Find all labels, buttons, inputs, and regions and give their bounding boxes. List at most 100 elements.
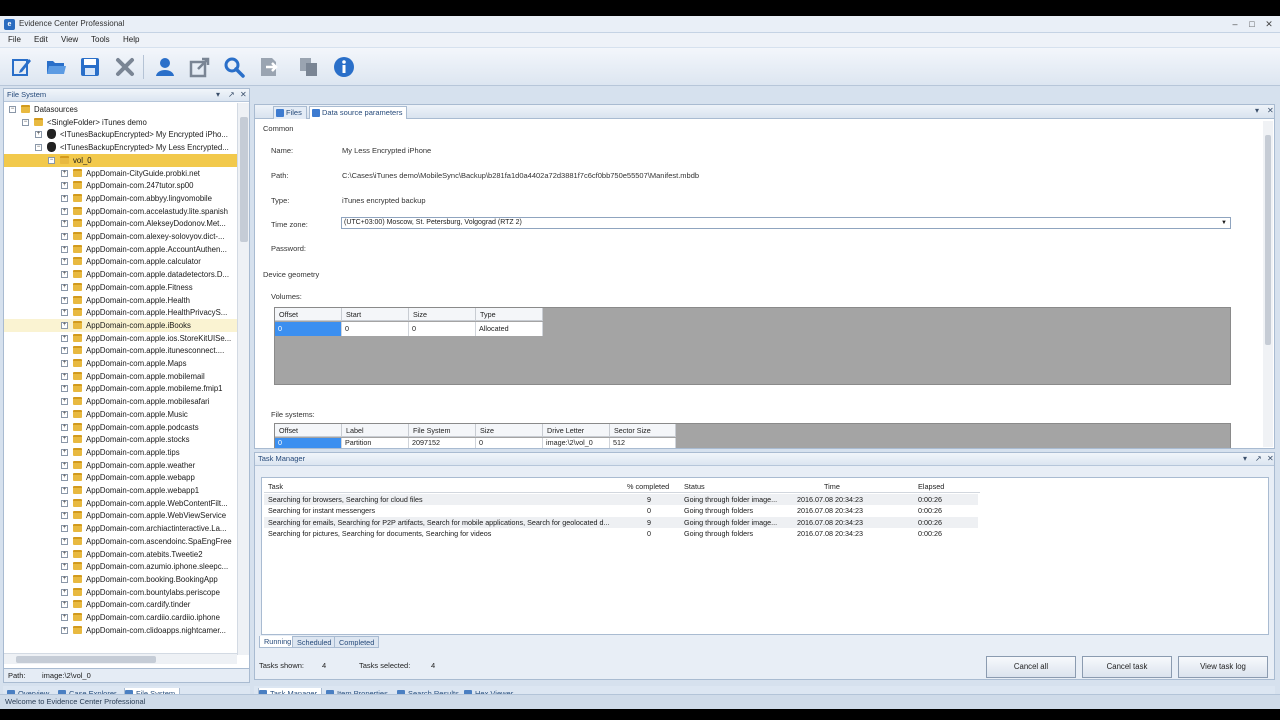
tm-col-task[interactable]: Task <box>268 482 283 491</box>
tree-node[interactable]: + <ITunesBackupEncrypted> My Encrypted iP… <box>4 128 237 141</box>
expand-icon[interactable]: + <box>61 385 68 393</box>
file-systems-grid[interactable]: Offset Label File System Size Drive Lett… <box>274 423 1231 448</box>
expand-icon[interactable]: + <box>61 461 68 469</box>
tree-node[interactable]: + AppDomain-com.apple.HealthPrivacyS... <box>4 306 237 319</box>
tree-node[interactable]: + AppDomain-com.apple.WebViewService <box>4 509 237 522</box>
expand-icon[interactable]: + <box>61 614 68 621</box>
panel-close-icon[interactable]: ✕ <box>240 89 247 101</box>
expand-icon[interactable]: + <box>61 525 68 533</box>
collapse-icon[interactable]: − <box>35 144 42 152</box>
expand-icon[interactable]: + <box>35 131 42 139</box>
tree-node[interactable]: + AppDomain-com.apple.itunesconnect.... <box>4 344 237 357</box>
tree-node[interactable]: + AppDomain-com.abbyy.lingvomobile <box>4 192 237 205</box>
expand-icon[interactable]: + <box>61 194 68 202</box>
menu-view[interactable]: View <box>61 35 78 44</box>
tree-node[interactable]: + AppDomain-com.apple.datadetectors.D... <box>4 268 237 281</box>
tree-node[interactable]: + AppDomain-com.apple.podcasts <box>4 421 237 434</box>
tree-node[interactable]: + AppDomain-com.apple.Music <box>4 408 237 421</box>
tree-node[interactable]: + AppDomain-CityGuide.probki.net <box>4 167 237 180</box>
expand-icon[interactable]: + <box>61 474 68 482</box>
tree-node[interactable]: + AppDomain-com.apple.Maps <box>4 357 237 370</box>
expand-icon[interactable]: + <box>61 512 68 520</box>
collapse-icon[interactable]: − <box>9 106 16 113</box>
expand-icon[interactable]: + <box>61 283 68 291</box>
expand-icon[interactable]: + <box>61 245 68 253</box>
timezone-select[interactable]: (UTC+03:00) Moscow, St. Petersburg, Volg… <box>341 217 1231 229</box>
tree-node[interactable]: + AppDomain-com.apple.AccountAuthen... <box>4 243 237 256</box>
tab-scheduled[interactable]: Scheduled <box>292 636 337 648</box>
volumes-grid[interactable]: Offset Start Size Type 0 0 0 Allocated <box>274 307 1231 385</box>
copy-icon[interactable] <box>296 53 322 81</box>
expand-icon[interactable]: + <box>61 271 68 279</box>
tree-node[interactable]: + AppDomain-com.bountylabs.periscope <box>4 586 237 599</box>
params-vertical-scrollbar[interactable] <box>1263 121 1273 447</box>
tree-node[interactable]: + AppDomain-com.apple.calculator <box>4 255 237 268</box>
open-folder-icon[interactable] <box>43 53 69 81</box>
task-list[interactable]: Task % completed Status Time Elapsed Sea… <box>261 477 1269 635</box>
tree-node[interactable]: + AppDomain-com.apple.mobilesafari <box>4 395 237 408</box>
expand-icon[interactable]: + <box>61 233 68 240</box>
fs-cell[interactable]: 2097152 <box>409 438 476 448</box>
tree-node[interactable]: + AppDomain-com.clidoapps.nightcamer... <box>4 624 237 637</box>
minimize-icon[interactable]: – <box>1228 18 1242 30</box>
tree-node[interactable]: + AppDomain-com.apple.mobilemail <box>4 370 237 383</box>
tree-node[interactable]: + AppDomain-com.cardiio.cardiio.iphone <box>4 611 237 624</box>
menu-edit[interactable]: Edit <box>34 35 48 44</box>
tab-running[interactable]: Running <box>259 636 297 648</box>
tree-node[interactable]: + AppDomain-com.accelastudy.lite.spanish <box>4 205 237 218</box>
search-icon[interactable] <box>221 53 247 81</box>
tm-col-elapsed[interactable]: Elapsed <box>918 482 944 491</box>
expand-icon[interactable]: + <box>61 321 68 329</box>
edit-icon[interactable] <box>9 53 35 81</box>
expand-icon[interactable]: + <box>61 169 68 177</box>
expand-icon[interactable]: + <box>61 220 68 228</box>
volumes-cell[interactable]: 0 <box>342 322 409 336</box>
tree-node[interactable]: + AppDomain-com.apple.tips <box>4 446 237 459</box>
expand-icon[interactable]: + <box>61 537 68 545</box>
expand-icon[interactable]: + <box>61 309 68 317</box>
expand-icon[interactable]: + <box>61 258 68 266</box>
expand-icon[interactable]: + <box>61 499 68 507</box>
view-task-log-button[interactable]: View task log <box>1178 656 1268 678</box>
volumes-col-offset[interactable]: Offset <box>275 308 342 321</box>
expand-icon[interactable]: + <box>61 575 68 583</box>
collapse-icon[interactable]: − <box>48 156 55 164</box>
cancel-all-button[interactable]: Cancel all <box>986 656 1076 678</box>
task-row[interactable]: Searching for pictures, Searching for do… <box>264 528 978 539</box>
fs-cell[interactable]: Partition <box>342 438 409 448</box>
expand-icon[interactable]: + <box>61 563 68 571</box>
fs-cell[interactable]: image:\2\vol_0 <box>543 438 610 448</box>
task-row[interactable]: Searching for instant messengers 0 Going t… <box>264 505 978 516</box>
expand-icon[interactable]: + <box>61 360 68 367</box>
save-icon[interactable] <box>77 53 103 81</box>
tree-node[interactable]: + AppDomain-com.cardify.tinder <box>4 598 237 611</box>
tree-node[interactable]: − vol_0 <box>4 153 237 167</box>
export-icon[interactable] <box>187 53 213 81</box>
tree-node[interactable]: + AppDomain-com.AlekseyDodonov.Met... <box>4 217 237 230</box>
cancel-task-button[interactable]: Cancel task <box>1082 656 1172 678</box>
path-field-value[interactable]: C:\Cases\iTunes demo\MobileSync\Backup\b… <box>342 171 699 180</box>
import-icon[interactable] <box>256 53 282 81</box>
expand-icon[interactable]: + <box>61 436 68 444</box>
tree-node[interactable]: − <ITunesBackupEncrypted> My Less Encrypt… <box>4 141 237 154</box>
expand-icon[interactable]: + <box>61 334 68 342</box>
maximize-icon[interactable]: □ <box>1245 18 1259 30</box>
tree-node[interactable]: − <SingleFolder> iTunes demo <box>4 116 237 129</box>
expand-icon[interactable]: + <box>61 347 68 355</box>
collapse-icon[interactable]: − <box>22 118 29 126</box>
fs-cell[interactable]: 512 <box>610 438 676 448</box>
fs-cell[interactable]: 0 <box>476 438 543 448</box>
pin-icon[interactable]: ↗ <box>228 89 235 101</box>
tree-node[interactable]: + AppDomain-com.apple.webapp1 <box>4 484 237 497</box>
tab-files[interactable]: Files <box>273 106 307 119</box>
type-value[interactable]: iTunes encrypted backup <box>342 196 426 205</box>
expand-icon[interactable]: + <box>61 372 68 380</box>
tree-node[interactable]: + AppDomain-com.247tutor.sp00 <box>4 179 237 192</box>
expand-icon[interactable]: + <box>61 448 68 456</box>
fs-col-size[interactable]: Size <box>476 424 543 437</box>
expand-icon[interactable]: + <box>61 588 68 596</box>
expand-icon[interactable]: + <box>61 601 68 609</box>
tree-node[interactable]: + AppDomain-com.azumio.iphone.sleepc... <box>4 560 237 573</box>
user-icon[interactable] <box>152 53 178 81</box>
tree-node[interactable]: + AppDomain-com.booking.BookingApp <box>4 573 237 586</box>
